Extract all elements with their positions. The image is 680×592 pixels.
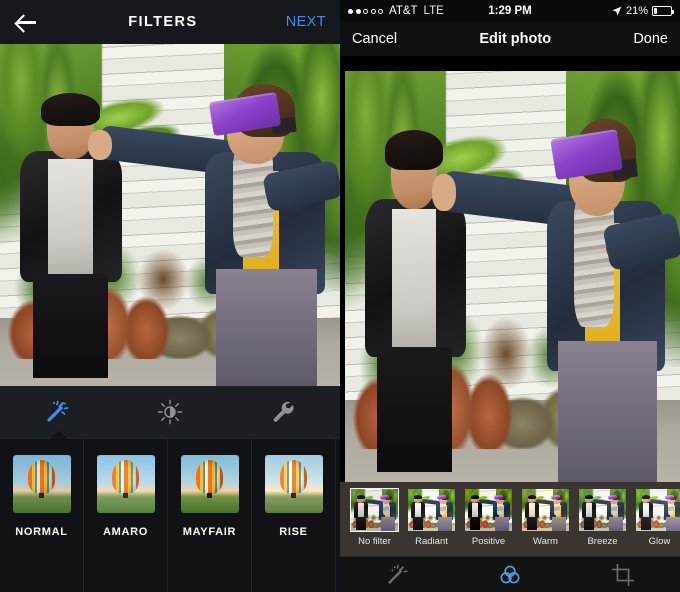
filter-label: Positive <box>471 536 506 547</box>
hand <box>432 173 456 211</box>
filter-item[interactable]: Warm <box>519 489 572 547</box>
done-button[interactable]: Done <box>633 31 668 47</box>
filter-thumbnail <box>579 489 626 531</box>
filter-thumbnail <box>96 455 155 513</box>
person-right <box>197 78 333 386</box>
brightness-icon <box>157 399 183 425</box>
battery-percent-label: 21% <box>625 5 648 17</box>
filter-item[interactable]: NORMAL <box>0 439 84 592</box>
filter-thumbnail <box>12 455 71 513</box>
filter-label: Radiant <box>415 536 448 547</box>
wrench-icon <box>273 401 294 422</box>
magic-wand-icon <box>388 564 408 584</box>
photo-preview-ios[interactable] <box>345 71 680 482</box>
filter-item[interactable]: AMARO <box>84 439 168 592</box>
balloon-basket <box>290 493 297 498</box>
striped-scarf <box>232 152 274 257</box>
hand <box>88 129 113 161</box>
filter-thumbnail <box>636 489 680 531</box>
filter-label: Glow <box>648 536 671 547</box>
striped-scarf <box>574 200 615 327</box>
status-right-group: 21% <box>612 5 674 17</box>
ios-nav-bar: Cancel Edit photo Done <box>340 22 680 56</box>
filter-thumbnail <box>408 489 455 531</box>
balloon-envelope <box>27 460 56 494</box>
tab-crop[interactable] <box>603 561 643 589</box>
tab-lux[interactable] <box>113 386 226 438</box>
filters-circles-icon <box>500 565 520 583</box>
filter-item[interactable]: No filter <box>348 488 401 547</box>
person-right <box>539 112 673 482</box>
filter-item[interactable]: Breeze <box>576 489 629 547</box>
hair-left <box>40 93 100 127</box>
filter-thumbnail <box>264 455 323 513</box>
balloon-basket <box>38 493 45 498</box>
ios-status-bar: AT&T LTE 1:29 PM 21% <box>340 0 680 22</box>
ios-edit-photo-screen: AT&T LTE 1:29 PM 21% Cancel Edit photo D… <box>340 0 680 592</box>
filter-thumbnail <box>180 455 239 513</box>
white-tshirt <box>47 158 93 274</box>
white-tshirt <box>392 209 437 348</box>
balloon-envelope <box>195 460 224 494</box>
page-title: FILTERS <box>128 14 198 30</box>
battery-icon <box>652 6 674 16</box>
black-jeans <box>32 273 109 378</box>
arrow-left-icon[interactable] <box>14 9 40 35</box>
dual-screenshot: FILTERS NEXT NORMAL AMARO MAYFAIR RISE A… <box>0 0 680 592</box>
filter-label: No filter <box>358 536 391 547</box>
instagram-nav-bar: FILTERS NEXT <box>0 0 340 44</box>
filter-label: Warm <box>533 536 558 547</box>
active-tab-caret <box>50 431 68 439</box>
balloon-basket <box>206 493 213 498</box>
page-title: Edit photo <box>479 31 552 47</box>
ios-filter-strip[interactable]: No filter Radiant Positive Warm Breeze G… <box>340 482 680 556</box>
tab-adjust[interactable] <box>227 386 340 438</box>
filter-item[interactable]: Radiant <box>405 489 458 547</box>
photo-preview-instagram[interactable] <box>0 44 340 386</box>
filter-label: RISE <box>279 526 308 538</box>
balloon-envelope <box>279 460 308 494</box>
filter-item[interactable]: Glow <box>633 489 680 547</box>
instagram-filter-screen: FILTERS NEXT NORMAL AMARO MAYFAIR RISE <box>0 0 340 592</box>
balloon-envelope <box>111 460 140 494</box>
next-button[interactable]: NEXT <box>286 14 326 30</box>
tab-filters[interactable] <box>490 561 530 589</box>
filter-label: AMARO <box>102 526 149 538</box>
filter-label: Breeze <box>587 536 618 547</box>
battery-fill <box>654 8 658 14</box>
location-arrow-icon <box>612 6 622 16</box>
gray-pants <box>216 269 317 386</box>
filter-item[interactable]: Positive <box>462 489 515 547</box>
crop-icon <box>612 563 635 586</box>
filter-thumbnail <box>465 489 512 531</box>
balloon-basket <box>122 493 129 498</box>
cancel-button[interactable]: Cancel <box>352 31 397 47</box>
instagram-filter-strip[interactable]: NORMAL AMARO MAYFAIR RISE <box>0 438 340 592</box>
ios-bottom-toolbar <box>340 556 680 592</box>
magic-wand-icon <box>47 400 69 422</box>
instagram-tool-tabs <box>0 386 340 439</box>
hair-left <box>385 130 444 170</box>
filter-item[interactable]: MAYFAIR <box>168 439 252 592</box>
filter-thumbnail <box>522 489 569 531</box>
tab-enhance[interactable] <box>377 561 417 589</box>
black-jeans <box>377 347 452 473</box>
filter-thumbnail <box>350 488 399 532</box>
filter-label: MAYFAIR <box>182 526 237 538</box>
gray-pants <box>558 341 658 482</box>
photo-preview-container[interactable] <box>340 56 680 482</box>
filter-item[interactable]: RISE <box>252 439 336 592</box>
filter-label: NORMAL <box>15 526 68 538</box>
